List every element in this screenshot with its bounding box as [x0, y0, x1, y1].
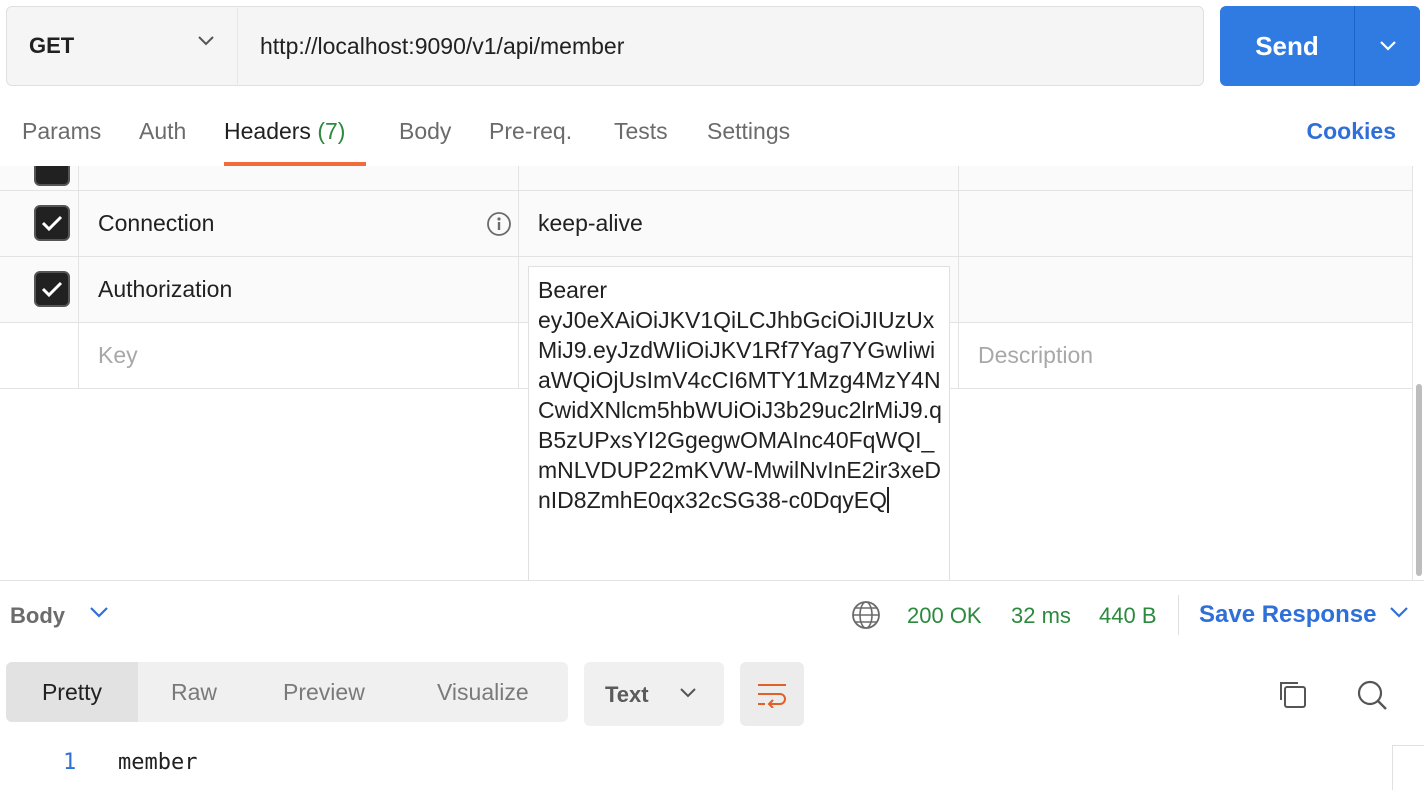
view-raw[interactable]: Raw — [171, 662, 217, 722]
headers-table: Connection keep-alive Authorization Key … — [0, 166, 1414, 580]
wrap-lines-icon — [758, 684, 786, 708]
tab-settings[interactable]: Settings — [707, 118, 790, 145]
chevron-down-icon — [680, 688, 696, 698]
tab-tests[interactable]: Tests — [614, 118, 668, 145]
search-icon[interactable] — [1355, 678, 1389, 712]
row-check-cell — [0, 257, 79, 322]
header-key: Authorization — [98, 276, 233, 302]
tab-auth[interactable]: Auth — [139, 118, 186, 145]
response-size[interactable]: 440 B — [1099, 603, 1157, 629]
method-label: GET — [29, 33, 75, 58]
response-time[interactable]: 32 ms — [1011, 603, 1071, 629]
auth-value-token: eyJ0eXAiOiJKV1QiLCJhbGciOiJIUzUxMiJ9.eyJ… — [538, 305, 942, 515]
url-input[interactable]: http://localhost:9090/v1/api/member — [237, 6, 1204, 86]
chevron-down-icon[interactable] — [1388, 605, 1410, 619]
response-body-label[interactable]: Body — [10, 603, 65, 629]
header-value: keep-alive — [538, 210, 643, 236]
request-tabs: Params Auth Headers (7) Body Pre-req. Te… — [0, 100, 1424, 166]
editor-minimap-edge — [1392, 745, 1424, 790]
send-dropdown-button[interactable] — [1355, 40, 1420, 52]
view-pretty[interactable]: Pretty — [6, 662, 138, 722]
view-mode-segmented: Pretty Raw Preview Visualize — [6, 662, 568, 722]
view-visualize[interactable]: Visualize — [437, 662, 529, 722]
format-label: Text — [605, 682, 649, 707]
row-checkbox[interactable] — [34, 271, 70, 307]
tab-headers[interactable]: Headers (7) — [224, 118, 345, 145]
wrap-lines-button[interactable] — [740, 662, 804, 726]
format-select[interactable]: Text — [584, 662, 724, 726]
method-select[interactable]: GET — [6, 6, 238, 86]
url-text: http://localhost:9090/v1/api/member — [260, 32, 625, 59]
chevron-down-icon — [198, 36, 214, 46]
row-checkbox[interactable] — [34, 166, 70, 186]
row-key-cell[interactable] — [79, 166, 519, 190]
auth-value-prefix: Bearer — [538, 277, 608, 303]
info-icon[interactable] — [486, 211, 512, 237]
row-check-cell — [0, 323, 79, 388]
chevron-down-icon — [1379, 41, 1396, 51]
tab-pre-request[interactable]: Pre-req. — [489, 118, 572, 145]
row-value-cell[interactable]: keep-alive — [519, 191, 959, 256]
row-desc-cell[interactable] — [959, 191, 1412, 256]
row-desc-cell[interactable] — [959, 166, 1412, 190]
tab-params[interactable]: Params — [22, 118, 101, 145]
table-right-border — [1412, 166, 1413, 580]
checkmark-icon — [41, 215, 63, 232]
description-placeholder: Description — [978, 342, 1094, 368]
table-row — [0, 166, 1412, 191]
key-placeholder: Key — [98, 342, 138, 368]
row-key-cell[interactable]: Authorization — [79, 257, 519, 322]
row-desc-cell[interactable]: Description — [959, 323, 1412, 388]
header-key: Connection — [98, 210, 215, 236]
copy-icon[interactable] — [1276, 678, 1308, 710]
row-value-cell[interactable] — [519, 166, 959, 190]
row-desc-cell[interactable] — [959, 257, 1412, 322]
response-bar: Body 200 OK 32 ms 440 B Save Response — [0, 580, 1424, 646]
row-key-cell[interactable]: Connection — [79, 191, 519, 256]
tab-body[interactable]: Body — [399, 118, 451, 145]
row-check-cell — [0, 166, 79, 190]
row-checkbox[interactable] — [34, 205, 70, 241]
chevron-down-icon[interactable] — [88, 605, 110, 619]
save-response-button[interactable]: Save Response — [1199, 601, 1376, 629]
cookies-link[interactable]: Cookies — [1307, 118, 1396, 145]
row-check-cell — [0, 191, 79, 256]
checkmark-icon — [41, 281, 63, 298]
table-row: Connection keep-alive — [0, 191, 1412, 257]
authorization-value-editor[interactable]: Bearer eyJ0eXAiOiJKV1QiLCJhbGciOiJIUzUxM… — [528, 266, 950, 580]
status-code[interactable]: 200 OK — [907, 603, 982, 629]
divider — [1178, 595, 1179, 635]
view-preview[interactable]: Preview — [283, 662, 365, 722]
response-line[interactable]: member — [118, 750, 197, 775]
tab-headers-count: (7) — [317, 118, 346, 144]
tab-headers-label: Headers — [224, 118, 311, 144]
send-button-group: Send — [1220, 6, 1420, 86]
globe-icon[interactable] — [850, 599, 882, 631]
text-caret — [887, 487, 889, 513]
headers-scrollbar[interactable] — [1416, 384, 1422, 576]
send-button[interactable]: Send — [1220, 31, 1354, 62]
line-number: 1 — [63, 750, 77, 775]
row-key-cell[interactable]: Key — [79, 323, 519, 388]
auth-token-text: eyJ0eXAiOiJKV1QiLCJhbGciOiJIUzUxMiJ9.eyJ… — [538, 307, 942, 513]
